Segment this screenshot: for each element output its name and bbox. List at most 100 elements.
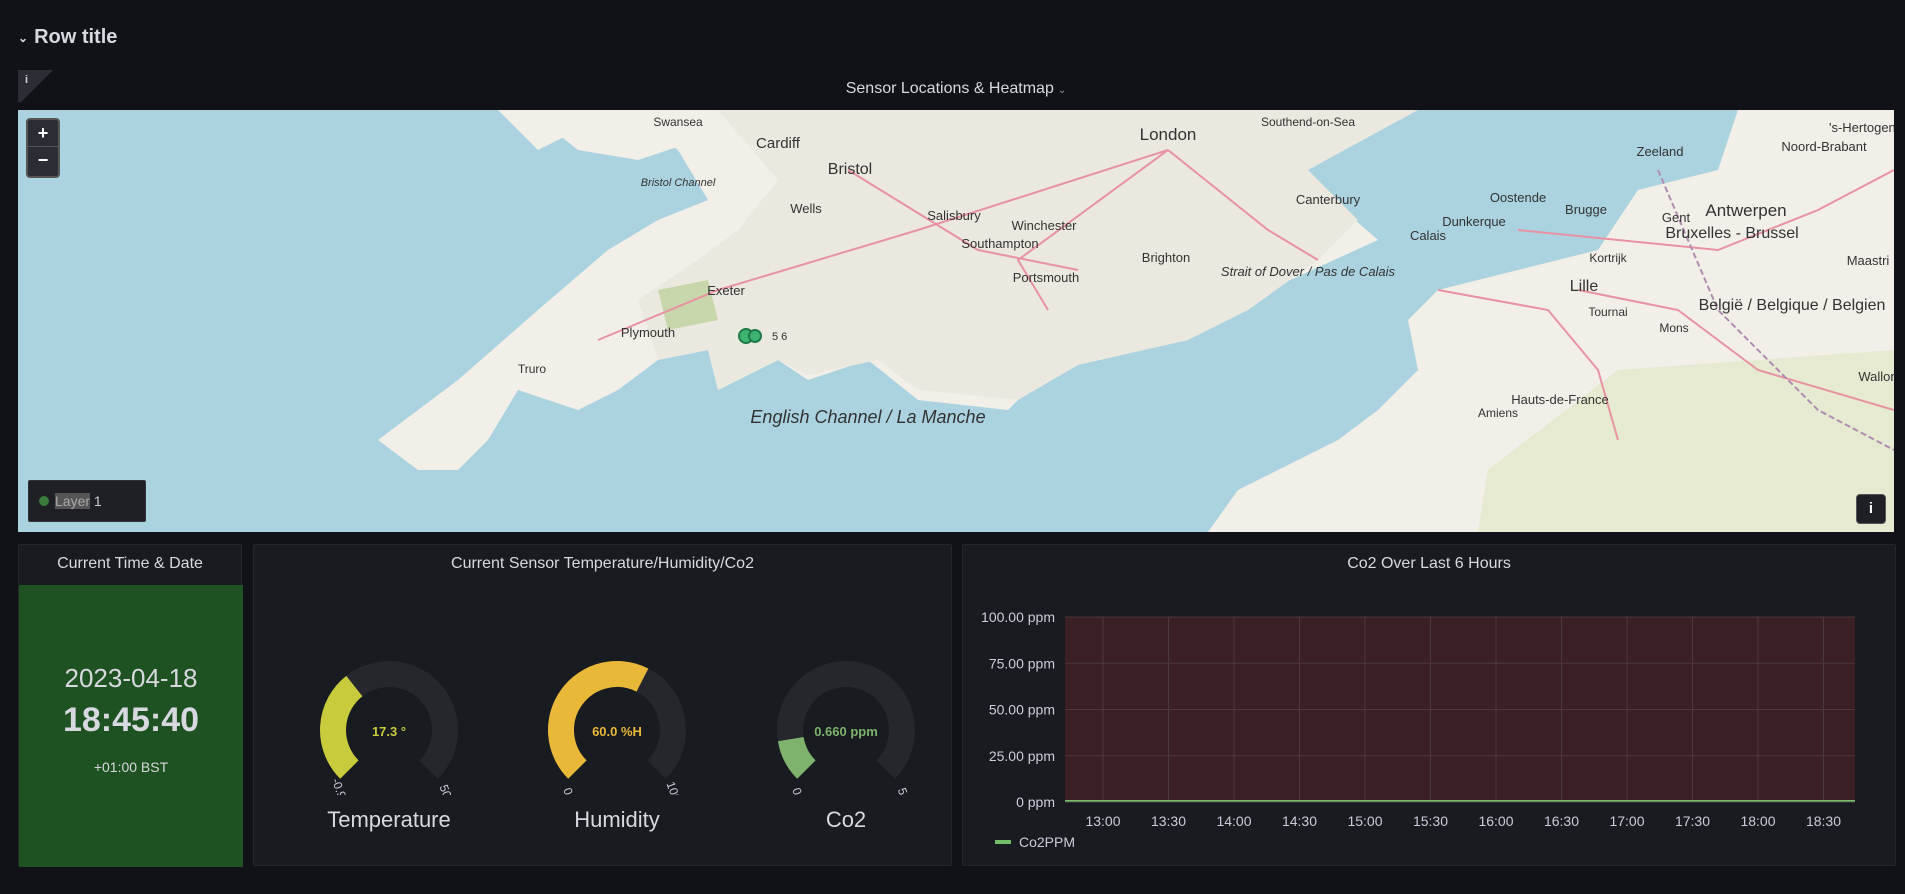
map-place-label: Salisbury — [927, 208, 981, 223]
gauge-value: 60.0 %H — [592, 724, 642, 739]
y-tick-label: 50.00 ppm — [989, 702, 1055, 718]
layer-legend[interactable]: Layer 1 — [28, 480, 146, 522]
gauge-fill — [320, 675, 363, 779]
time-body: 2023-04-18 18:45:40 +01:00 BST — [19, 585, 243, 867]
map-panel: i Sensor Locations & Heatmap ⌄ Swansea C… — [18, 70, 1894, 532]
gauge-value: 0.660 ppm — [814, 724, 878, 739]
gauge-name: Humidity — [574, 807, 660, 832]
attribution-info-button[interactable]: i — [1856, 494, 1886, 524]
map-place-label: België / Belgique / Belgien — [1699, 297, 1886, 314]
gauge-name: Temperature — [327, 807, 451, 832]
x-tick-label: 17:00 — [1609, 813, 1644, 829]
layer-color-dot — [39, 496, 49, 506]
map-place-label: London — [1140, 125, 1197, 144]
gauge-min-label: 0 — [789, 786, 805, 795]
temperature-gauge: 17.3 ° -0.96 50 Temperature — [294, 655, 484, 855]
co2-chart[interactable]: 0 ppm 25.00 ppm 50.00 ppm 75.00 ppm 100.00 p… — [963, 545, 1897, 835]
x-tick-label: 13:30 — [1151, 813, 1186, 829]
map-place-label: Exeter — [707, 283, 745, 298]
current-date: 2023-04-18 — [64, 663, 198, 693]
co2-gauge: 0.660 ppm 0 5 Co2 — [751, 655, 941, 855]
map-place-label: Lille — [1570, 278, 1599, 295]
map-place-label: Maastri — [1847, 253, 1890, 268]
map-place-label: Brighton — [1142, 250, 1190, 265]
map-place-label: Brugge — [1565, 202, 1607, 217]
map-place-label: Tournai — [1588, 305, 1627, 319]
x-tick-label: 18:00 — [1740, 813, 1775, 829]
x-tick-label: 13:00 — [1085, 813, 1120, 829]
y-tick-label: 100.00 ppm — [981, 609, 1055, 625]
panel-title[interactable]: Current Time & Date — [19, 555, 241, 573]
map-place-label: Antwerpen — [1705, 201, 1786, 220]
map-place-label: Wells — [790, 201, 822, 216]
chevron-down-icon[interactable]: ⌄ — [1058, 85, 1066, 96]
map-place-label: Bruxelles - Brussel — [1665, 225, 1798, 242]
gauge-max-label: 5 — [895, 786, 911, 795]
current-time: 18:45:40 — [62, 701, 200, 739]
timezone-label: +01:00 BST — [93, 759, 169, 775]
x-tick-label: 14:30 — [1282, 813, 1317, 829]
map-place-label: Wallon — [1858, 369, 1894, 384]
gauge-max-label: 100 — [663, 780, 683, 795]
legend-label: Co2PPM — [1019, 834, 1076, 850]
map-panel-title[interactable]: Sensor Locations & Heatmap ⌄ — [18, 80, 1894, 98]
map-place-label: English Channel / La Manche — [750, 407, 985, 427]
map-place-label: Oostende — [1490, 190, 1546, 205]
zoom-out-button[interactable]: − — [28, 146, 58, 173]
chevron-down-icon[interactable]: ⌄ — [18, 31, 28, 45]
map-place-label: Plymouth — [621, 325, 675, 340]
sensor-gauges-panel: Current Sensor Temperature/Humidity/Co2 … — [253, 544, 952, 866]
time-date-panel: Current Time & Date 2023-04-18 18:45:40 … — [18, 544, 243, 867]
x-tick-label: 15:30 — [1413, 813, 1448, 829]
x-tick-label: 16:30 — [1544, 813, 1579, 829]
gauge-value: 17.3 ° — [372, 724, 406, 739]
chart-legend[interactable]: Co2PPM — [995, 834, 1075, 850]
map-place-label: Truro — [518, 362, 547, 376]
gauge-min-label: 0 — [560, 786, 576, 795]
humidity-gauge: 60.0 %H 0 100 Humidity — [522, 655, 712, 855]
map-place-label: Southampton — [961, 236, 1038, 251]
map-canvas[interactable]: Swansea Cardiff Bristol Bristol Channel Well… — [18, 110, 1894, 532]
map-place-label: Bristol Channel — [641, 177, 716, 189]
map-place-label: Zeeland — [1637, 144, 1684, 159]
x-tick-label: 16:00 — [1478, 813, 1513, 829]
map-place-label: Canterbury — [1296, 192, 1361, 207]
map-place-label: Strait of Dover / Pas de Calais — [1221, 264, 1396, 279]
map-place-label: Calais — [1410, 228, 1447, 243]
map-place-label: Winchester — [1011, 218, 1077, 233]
legend-swatch — [995, 840, 1011, 844]
layer-label: Layer 1 — [55, 493, 102, 509]
map-place-label: Portsmouth — [1013, 270, 1079, 285]
co2-chart-panel: Co2 Over Last 6 Hours 0 ppm 25.00 ppm 50.0… — [962, 544, 1896, 866]
y-tick-label: 0 ppm — [1016, 794, 1055, 810]
y-tick-label: 75.00 ppm — [989, 655, 1055, 671]
map-place-label: 's-Hertogenb — [1829, 120, 1894, 135]
zoom-in-button[interactable]: + — [28, 120, 58, 146]
gauge-max-label: 50 — [437, 783, 455, 795]
sensor-marker[interactable] — [748, 329, 762, 343]
gauge-min-label: -0.96 — [329, 776, 352, 795]
map-place-label: Mons — [1659, 321, 1688, 335]
map-place-label: Amiens — [1478, 406, 1518, 420]
map-place-label: Noord-Brabant — [1781, 139, 1867, 154]
map-place-label: Cardiff — [756, 135, 801, 152]
row-header[interactable]: ⌄ Row title — [18, 26, 117, 49]
x-tick-label: 17:30 — [1675, 813, 1710, 829]
gauge-fill — [548, 661, 649, 779]
row-title: Row title — [34, 26, 118, 48]
gauge-name: Co2 — [825, 807, 867, 832]
map-place-label: Dunkerque — [1442, 214, 1506, 229]
x-tick-label: 15:00 — [1347, 813, 1382, 829]
map-place-label: Gent — [1662, 210, 1691, 225]
map-place-label: Southend-on-Sea — [1261, 115, 1355, 129]
map-place-label: Swansea — [653, 115, 703, 129]
map-place-label: Bristol — [828, 161, 872, 178]
x-tick-label: 14:00 — [1216, 813, 1251, 829]
map-zoom-control: + − — [26, 118, 60, 178]
map-place-label: Hauts-de-France — [1511, 392, 1609, 407]
sensor-marker-label: 5 6 — [772, 331, 787, 343]
map-place-label: Kortrijk — [1589, 251, 1627, 265]
gauge-fill — [777, 736, 817, 779]
map-tiles: Swansea Cardiff Bristol Bristol Channel Well… — [18, 110, 1894, 532]
panel-title[interactable]: Current Sensor Temperature/Humidity/Co2 — [254, 555, 951, 573]
